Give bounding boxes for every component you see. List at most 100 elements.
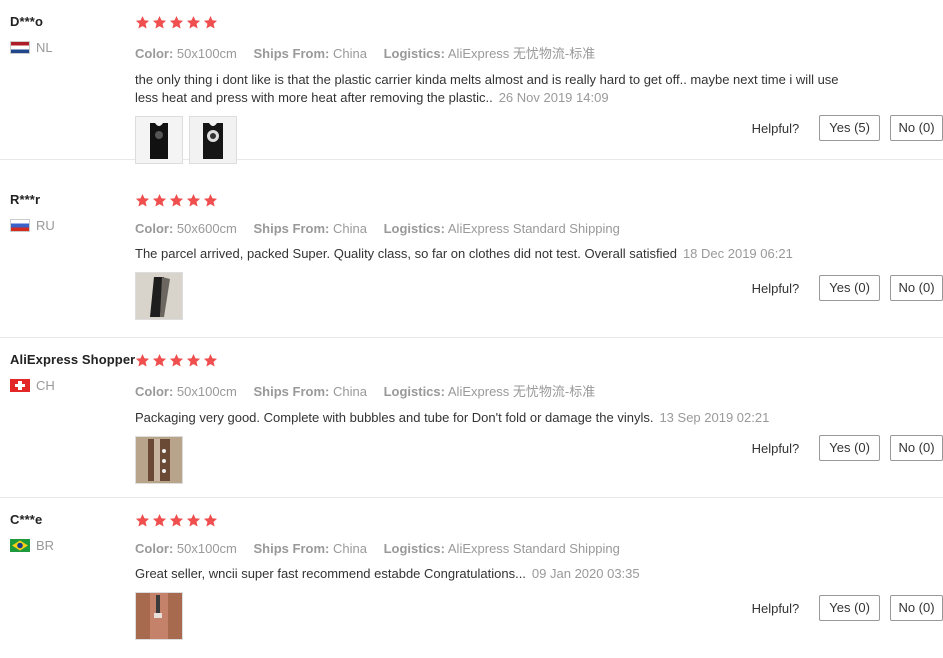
color-value: 50x100cm — [176, 541, 237, 556]
helpful-label: Helpful? — [751, 600, 800, 616]
star-icon — [135, 513, 150, 526]
helpful-label: Helpful? — [751, 440, 800, 456]
review-item: R***r RU Color: 50x600cm Ships From: Chi… — [0, 178, 943, 338]
review-date: 13 Sep 2019 02:21 — [659, 410, 770, 425]
flag-russia-icon — [10, 219, 30, 232]
star-icon — [203, 513, 218, 526]
star-rating — [135, 352, 935, 368]
star-icon — [135, 193, 150, 206]
country-code: BR — [36, 538, 55, 553]
ships-from-value: China — [332, 221, 367, 236]
star-icon — [135, 353, 150, 366]
ships-from-label: Ships From: — [253, 384, 330, 399]
star-icon — [203, 353, 218, 366]
star-icon — [169, 353, 184, 366]
color-label: Color: — [135, 46, 174, 61]
helpful-votes: Helpful? Yes (5) No (0) — [752, 115, 943, 141]
review-text: Great seller, wncii super fast recommend… — [135, 565, 845, 583]
flag-brazil-icon — [10, 539, 30, 552]
star-icon — [203, 193, 218, 206]
ships-from-label: Ships From: — [253, 541, 330, 556]
order-info: Color: 50x100cm Ships From: China Logist… — [135, 43, 935, 62]
helpful-votes: Helpful? Yes (0) No (0) — [752, 275, 943, 301]
helpful-yes-button[interactable]: Yes (0) — [819, 435, 880, 461]
reviewer-name: R***r — [10, 192, 41, 207]
color-value: 50x100cm — [176, 46, 237, 61]
logistics-value: AliExpress 无忧物流-标准 — [447, 384, 596, 399]
helpful-label: Helpful? — [751, 120, 800, 136]
rolled-vinyl-photo[interactable] — [135, 272, 183, 320]
color-value: 50x600cm — [176, 221, 237, 236]
helpful-votes: Helpful? Yes (0) No (0) — [752, 595, 943, 621]
ships-from-value: China — [332, 384, 367, 399]
helpful-no-button[interactable]: No (0) — [890, 115, 943, 141]
package-tube-photo[interactable] — [135, 436, 183, 484]
country-code: RU — [36, 218, 55, 233]
reviewer-name: D***o — [10, 14, 44, 29]
review-date: 26 Nov 2019 14:09 — [498, 90, 609, 105]
logistics-label: Logistics: — [383, 384, 445, 399]
logistics-label: Logistics: — [383, 46, 445, 61]
star-icon — [186, 353, 201, 366]
star-icon — [169, 513, 184, 526]
review-body: Great seller, wncii super fast recommend… — [135, 566, 526, 581]
review-item: C***e BR Color: 50x100cm Ships From: Chi… — [0, 498, 943, 658]
helpful-yes-button[interactable]: Yes (5) — [819, 115, 880, 141]
star-icon — [135, 15, 150, 28]
star-icon — [169, 193, 184, 206]
helpful-no-button[interactable]: No (0) — [890, 275, 943, 301]
star-rating — [135, 512, 935, 528]
helpful-no-button[interactable]: No (0) — [890, 595, 943, 621]
review-content: Color: 50x100cm Ships From: China Logist… — [135, 14, 935, 164]
country-code: CH — [36, 378, 55, 393]
ships-from-value: China — [332, 46, 367, 61]
reviewer-country: CH — [10, 378, 130, 393]
helpful-yes-button[interactable]: Yes (0) — [819, 275, 880, 301]
reviewer-info: AliExpress Shopper CH — [10, 352, 136, 393]
star-icon — [186, 193, 201, 206]
review-content: Color: 50x100cm Ships From: China Logist… — [135, 352, 935, 484]
review-date: 18 Dec 2019 06:21 — [682, 246, 793, 261]
star-rating — [135, 14, 935, 30]
ships-from-label: Ships From: — [253, 46, 330, 61]
star-icon — [169, 15, 184, 28]
star-icon — [186, 513, 201, 526]
review-item: D***o NL Color: 50x100cm Ships From: Chi… — [0, 0, 943, 164]
logistics-value: AliExpress 无忧物流-标准 — [447, 46, 596, 61]
review-text: the only thing i dont like is that the p… — [135, 71, 845, 107]
star-icon — [152, 353, 167, 366]
star-rating — [135, 192, 935, 208]
vinyl-roll-on-wood-photo[interactable] — [135, 592, 183, 640]
order-info: Color: 50x600cm Ships From: China Logist… — [135, 221, 935, 236]
reviewer-country: RU — [10, 218, 130, 233]
helpful-no-button[interactable]: No (0) — [890, 435, 943, 461]
order-info: Color: 50x100cm Ships From: China Logist… — [135, 541, 935, 556]
helpful-votes: Helpful? Yes (0) No (0) — [752, 435, 943, 461]
star-icon — [186, 15, 201, 28]
ships-from-value: China — [332, 541, 367, 556]
color-label: Color: — [135, 541, 174, 556]
star-icon — [203, 15, 218, 28]
color-label: Color: — [135, 221, 174, 236]
logistics-value: AliExpress Standard Shipping — [447, 541, 620, 556]
logistics-value: AliExpress Standard Shipping — [447, 221, 620, 236]
reviewer-name: C***e — [10, 512, 43, 527]
color-value: 50x100cm — [176, 384, 237, 399]
star-icon — [152, 513, 167, 526]
reviewer-country: NL — [10, 40, 130, 55]
star-icon — [152, 15, 167, 28]
reviewer-info: C***e BR — [10, 512, 130, 553]
review-body: Packaging very good. Complete with bubbl… — [135, 410, 654, 425]
review-item: AliExpress Shopper CH Color: 50x100cm Sh… — [0, 338, 943, 498]
logistics-label: Logistics: — [383, 541, 445, 556]
color-label: Color: — [135, 384, 174, 399]
black-tank-top-photo[interactable] — [135, 116, 183, 164]
reviewer-name: AliExpress Shopper — [10, 352, 136, 367]
review-text: The parcel arrived, packed Super. Qualit… — [135, 245, 845, 263]
review-text: Packaging very good. Complete with bubbl… — [135, 409, 845, 427]
black-tank-top-print-photo[interactable] — [189, 116, 237, 164]
logistics-label: Logistics: — [383, 221, 445, 236]
ships-from-label: Ships From: — [253, 221, 330, 236]
reviewer-info: D***o NL — [10, 14, 130, 55]
helpful-yes-button[interactable]: Yes (0) — [819, 595, 880, 621]
